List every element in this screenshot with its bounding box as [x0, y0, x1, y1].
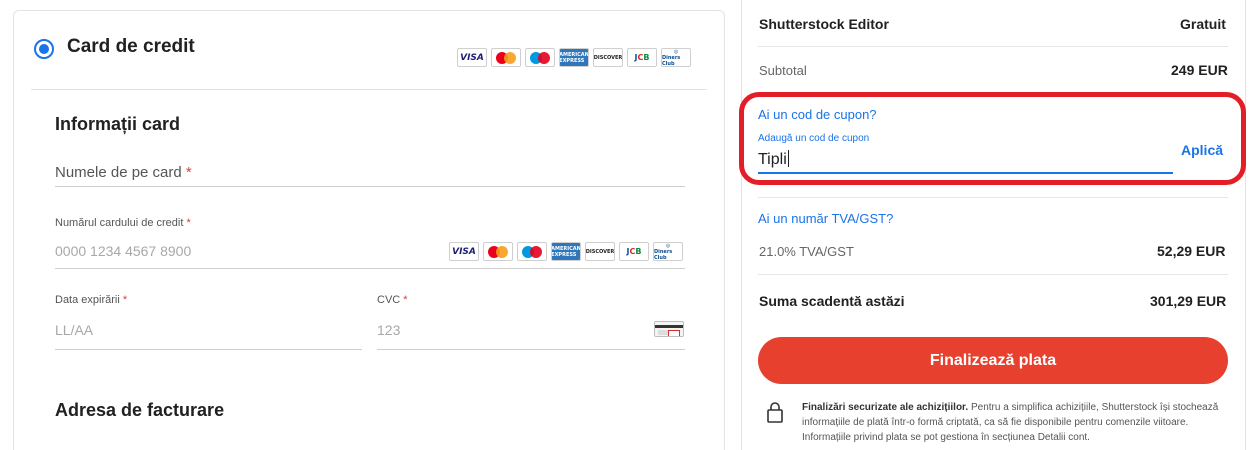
- vat-value: 52,29 EUR: [1157, 243, 1226, 259]
- card-info-title: Informații card: [55, 114, 181, 134]
- product-price: Gratuit: [1180, 16, 1226, 32]
- billing-address-title: Adresa de facturare: [55, 400, 225, 420]
- secure-checkout-note: Finalizări securizate ale achizițiilor. …: [802, 402, 1219, 443]
- discover-icon: DISCOVER: [593, 48, 623, 67]
- visa-icon: VISA: [457, 48, 487, 67]
- discover-icon: DISCOVER: [585, 242, 615, 261]
- diners-club-icon: ◎ Diners Club: [661, 48, 691, 67]
- payment-method-label[interactable]: Card de credit: [67, 36, 195, 58]
- card-number-input[interactable]: 0000 1234 4567 8900: [55, 243, 191, 259]
- subtotal-label: Subtotal: [759, 63, 807, 78]
- expiry-input[interactable]: LL/AA: [55, 322, 93, 338]
- subtotal-value: 249 EUR: [1171, 62, 1228, 78]
- card-number-underline: [55, 268, 685, 269]
- divider: [758, 197, 1228, 198]
- diners-club-icon: ◎ Diners Club: [653, 242, 683, 261]
- card-brands-header: VISA AMERICAN EXPRESS DISCOVER JCB ◎ Dine…: [457, 48, 691, 67]
- card-number-brands: VISA AMERICAN EXPRESS DISCOVER JCB ◎ Dine…: [449, 242, 683, 261]
- expiry-underline: [55, 349, 362, 350]
- amex-icon: AMERICAN EXPRESS: [559, 48, 589, 67]
- credit-card-radio[interactable]: [34, 39, 54, 59]
- visa-icon: VISA: [449, 242, 479, 261]
- expiry-label: Data expirării *: [55, 294, 128, 306]
- mastercard-icon: [491, 48, 521, 67]
- total-due-label: Suma scadentă astăzi: [759, 293, 905, 309]
- divider: [758, 274, 1228, 275]
- cvc-input[interactable]: 123: [377, 322, 400, 338]
- lock-icon: [767, 402, 783, 423]
- apply-coupon-button[interactable]: Aplică: [1181, 142, 1223, 158]
- jcb-icon: JCB: [619, 242, 649, 261]
- coupon-input[interactable]: Tipli: [758, 150, 789, 169]
- coupon-field-label: Adaugă un cod de cupon: [758, 133, 870, 144]
- vat-number-link[interactable]: Ai un număr TVA/GST?: [758, 211, 893, 226]
- coupon-input-underline: [758, 172, 1173, 174]
- coupon-link[interactable]: Ai un cod de cupon?: [758, 107, 877, 122]
- product-name: Shutterstock Editor: [759, 16, 889, 32]
- maestro-icon: [525, 48, 555, 67]
- maestro-icon: [517, 242, 547, 261]
- cardholder-name-field[interactable]: Numele de pe card *: [55, 164, 192, 181]
- vat-label: 21.0% TVA/GST: [759, 244, 854, 259]
- cardholder-name-underline: [55, 186, 685, 187]
- cvc-label: CVC *: [377, 294, 408, 306]
- total-due-value: 301,29 EUR: [1150, 293, 1227, 309]
- jcb-icon: JCB: [627, 48, 657, 67]
- mastercard-icon: [483, 242, 513, 261]
- card-number-label: Numărul cardului de credit *: [55, 217, 191, 229]
- amex-icon: AMERICAN EXPRESS: [551, 242, 581, 261]
- divider: [758, 46, 1228, 47]
- cvc-card-icon: [654, 321, 684, 337]
- cvc-underline: [377, 349, 685, 350]
- finalize-payment-button[interactable]: Finalizează plata: [758, 337, 1228, 384]
